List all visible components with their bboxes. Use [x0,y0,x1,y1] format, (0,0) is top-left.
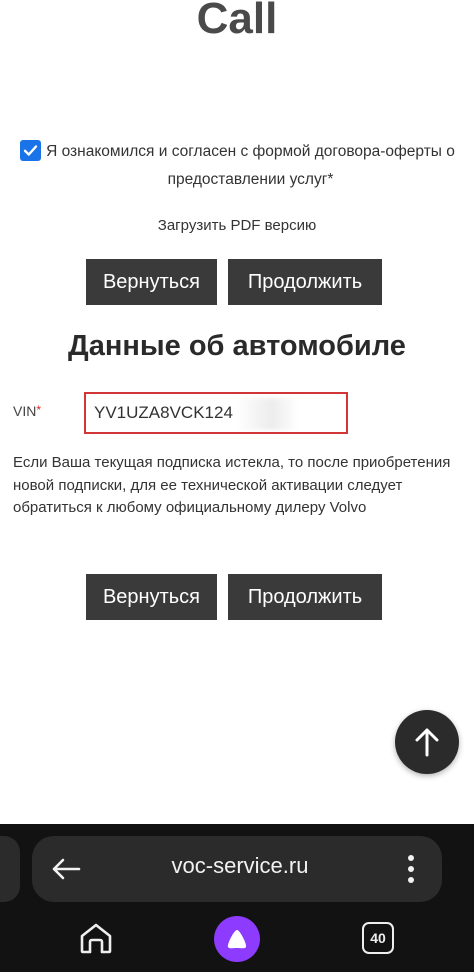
browser-back-button[interactable] [48,852,84,886]
browser-menu-button[interactable] [396,850,426,888]
vin-label: VIN* [13,403,42,419]
back-button[interactable]: Вернуться [86,259,217,305]
alice-assistant-button[interactable] [214,916,260,962]
previous-tab-edge[interactable] [0,836,20,902]
kebab-menu-icon [408,855,414,883]
agreement-checkbox[interactable] [20,140,41,161]
url-text[interactable]: voc-service.ru [100,853,380,879]
car-section-title: Данные об автомобиле [68,330,406,362]
continue-button-bottom[interactable]: Продолжить [228,574,382,620]
tabs-counter-icon: 40 [370,930,386,946]
arrow-up-icon [415,728,439,757]
required-mark: * [36,403,42,417]
home-button[interactable] [76,918,116,958]
check-icon [23,145,38,156]
page-title: Call [196,0,278,43]
alice-icon [227,930,247,949]
back-button-bottom[interactable]: Вернуться [86,574,217,620]
vin-value: YV1UZA8VCK124 [94,403,233,422]
continue-button[interactable]: Продолжить [228,259,382,305]
agreement-text: Я ознакомился и согласен с формой догово… [46,143,455,188]
download-pdf-link[interactable]: Загрузить PDF версию [0,217,474,234]
home-icon [80,923,112,954]
agreement-row: Я ознакомился и согласен с формой догово… [20,138,460,194]
vin-input[interactable]: YV1UZA8VCK124 [84,392,348,434]
tabs-counter-button[interactable]: 40 [362,922,394,954]
back-arrow-icon [52,858,81,880]
subscription-notice: Если Ваша текущая подписка истекла, то п… [13,454,451,516]
scroll-to-top-button[interactable] [395,710,459,774]
vin-redaction [236,398,326,430]
